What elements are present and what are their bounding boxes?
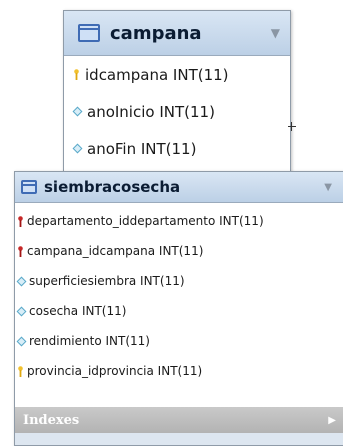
- foreign-key-icon: [18, 245, 23, 257]
- table-icon: [78, 24, 100, 42]
- column-row[interactable]: anoInicio INT(11): [64, 93, 290, 130]
- column-row[interactable]: rendimiento INT(11): [15, 326, 343, 356]
- table-title: siembracosecha: [44, 178, 181, 196]
- table-title: campana: [110, 22, 202, 44]
- column-label: departamento_iddepartamento INT(11): [27, 214, 264, 228]
- column-row[interactable]: cosecha INT(11): [15, 296, 343, 326]
- foreign-key-icon: [18, 215, 23, 227]
- column-diamond-icon: [16, 306, 27, 316]
- column-diamond-icon: [72, 106, 83, 117]
- indexes-label: Indexes: [23, 412, 80, 428]
- table-campana[interactable]: campana ▼ idcampana INT(11) anoInicio IN…: [63, 10, 291, 172]
- column-row[interactable]: departamento_iddepartamento INT(11): [15, 206, 343, 236]
- table-footer: [15, 433, 343, 445]
- collapse-toggle-icon[interactable]: ▼: [324, 182, 332, 193]
- relationship-connector: [288, 122, 296, 131]
- table-header[interactable]: siembracosecha ▼: [15, 172, 343, 203]
- primary-key-icon: [18, 365, 23, 377]
- column-diamond-icon: [72, 143, 83, 154]
- column-label: provincia_idprovincia INT(11): [27, 364, 203, 378]
- column-row[interactable]: campana_idcampana INT(11): [15, 236, 343, 266]
- column-diamond-icon: [16, 336, 27, 346]
- expand-arrow-icon[interactable]: ▶: [328, 415, 336, 426]
- collapse-toggle-icon[interactable]: ▼: [271, 26, 280, 40]
- column-row[interactable]: provincia_idprovincia INT(11): [15, 356, 343, 386]
- table-header[interactable]: campana ▼: [64, 11, 290, 56]
- column-label: campana_idcampana INT(11): [27, 244, 204, 258]
- column-label: superficiesiembra INT(11): [29, 274, 185, 288]
- column-label: anoInicio INT(11): [87, 102, 215, 121]
- column-label: rendimiento INT(11): [29, 334, 150, 348]
- column-label: anoFin INT(11): [87, 139, 197, 158]
- column-row[interactable]: superficiesiembra INT(11): [15, 266, 343, 296]
- primary-key-icon: [74, 69, 79, 80]
- table-icon: [21, 180, 37, 194]
- column-label: cosecha INT(11): [29, 304, 127, 318]
- column-row[interactable]: anoFin INT(11): [64, 130, 290, 167]
- column-row[interactable]: idcampana INT(11): [64, 56, 290, 93]
- table-siembracosecha[interactable]: siembracosecha ▼ departamento_iddepartam…: [14, 171, 343, 446]
- column-diamond-icon: [16, 276, 27, 286]
- column-label: idcampana INT(11): [85, 65, 229, 84]
- indexes-section[interactable]: Indexes ▶: [15, 407, 343, 433]
